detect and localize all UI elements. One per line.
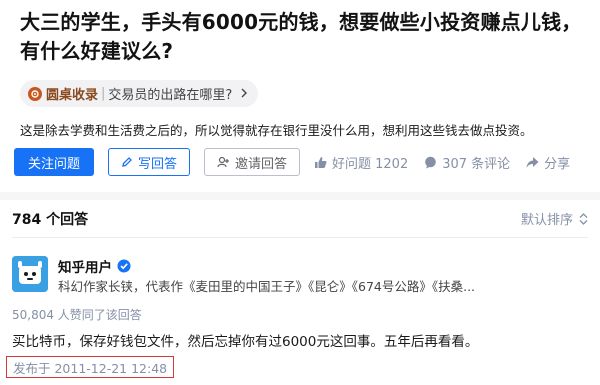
question-description: 这是除去学费和生活费之后的，所以觉得就存在银行里没什么用，想利用这些钱去做点投资… [20, 123, 533, 138]
pencil-icon [121, 156, 133, 168]
verified-icon [117, 259, 131, 273]
share-button[interactable]: 分享 [526, 153, 570, 172]
roundtable-icon [28, 86, 42, 101]
author-name-text: 知乎用户 [58, 260, 112, 276]
publish-time[interactable]: 发布于 2011-12-21 12:48 [6, 356, 175, 378]
comments-button[interactable]: 307 条评论 [424, 153, 510, 172]
follow-question-button[interactable]: 关注问题 [14, 148, 94, 176]
avatar[interactable] [12, 256, 48, 292]
voters-count[interactable]: 50,804 人赞同了该回答 [12, 306, 142, 323]
sort-label: 默认排序 [520, 213, 573, 228]
share-label: 分享 [544, 156, 571, 172]
comment-icon [425, 156, 437, 168]
sort-dropdown[interactable]: 默认排序 [521, 209, 588, 228]
answers-count: 784 个回答 [12, 211, 89, 228]
write-answer-button[interactable]: 写回答 [108, 148, 190, 176]
author-info: 知乎用户 科幻作家长铗，代表作《麦田里的中国王子》《昆仑》《674号公路》《扶桑… [12, 256, 588, 296]
author-name[interactable]: 知乎用户 [58, 256, 131, 276]
answers-header: 784 个回答 默认排序 [12, 200, 588, 238]
author-bio: 科幻作家长铗，代表作《麦田里的中国王子》《昆仑》《674号公路》《扶桑... [58, 279, 476, 294]
roundtable-separator: | [101, 86, 106, 101]
chevron-right-icon [240, 87, 248, 101]
question-card: 大三的学生，手头有6000元的钱，想要做些小投资赚点儿钱，有什么好建议么? 圆桌… [0, 0, 600, 192]
share-icon [526, 156, 539, 168]
roundtable-topic: 交易员的出路在哪里? [108, 88, 233, 103]
write-answer-label: 写回答 [137, 156, 177, 172]
roundtable-label: 圆桌收录 [46, 88, 99, 103]
answer-content[interactable]: 买比特币，保存好钱包文件，然后忘掉你有过6000元这回事。五年后再看看。 [12, 330, 478, 350]
sort-icon [579, 212, 588, 225]
question-title[interactable]: 大三的学生，手头有6000元的钱，想要做些小投资赚点儿钱，有什么好建议么? [20, 8, 595, 66]
person-add-icon [217, 156, 230, 168]
comments-label: 307 条评论 [442, 156, 511, 172]
roundtable-tag[interactable]: 圆桌收录 | 交易员的出路在哪里? [20, 80, 259, 107]
invite-answer-label: 邀请回答 [234, 156, 287, 172]
question-actions: 关注问题 写回答 邀请回答 好问题 1202 307 条评论 分享 [14, 148, 594, 176]
good-question-button[interactable]: 好问题 1202 [314, 153, 408, 172]
answers-card: 784 个回答 默认排序 知乎用户 科幻作家长铗，代表作《麦田里的中国王子》《昆… [0, 200, 600, 385]
thumbs-up-icon [315, 156, 327, 168]
invite-answer-button[interactable]: 邀请回答 [204, 148, 300, 176]
good-question-label: 好问题 1202 [332, 156, 409, 172]
